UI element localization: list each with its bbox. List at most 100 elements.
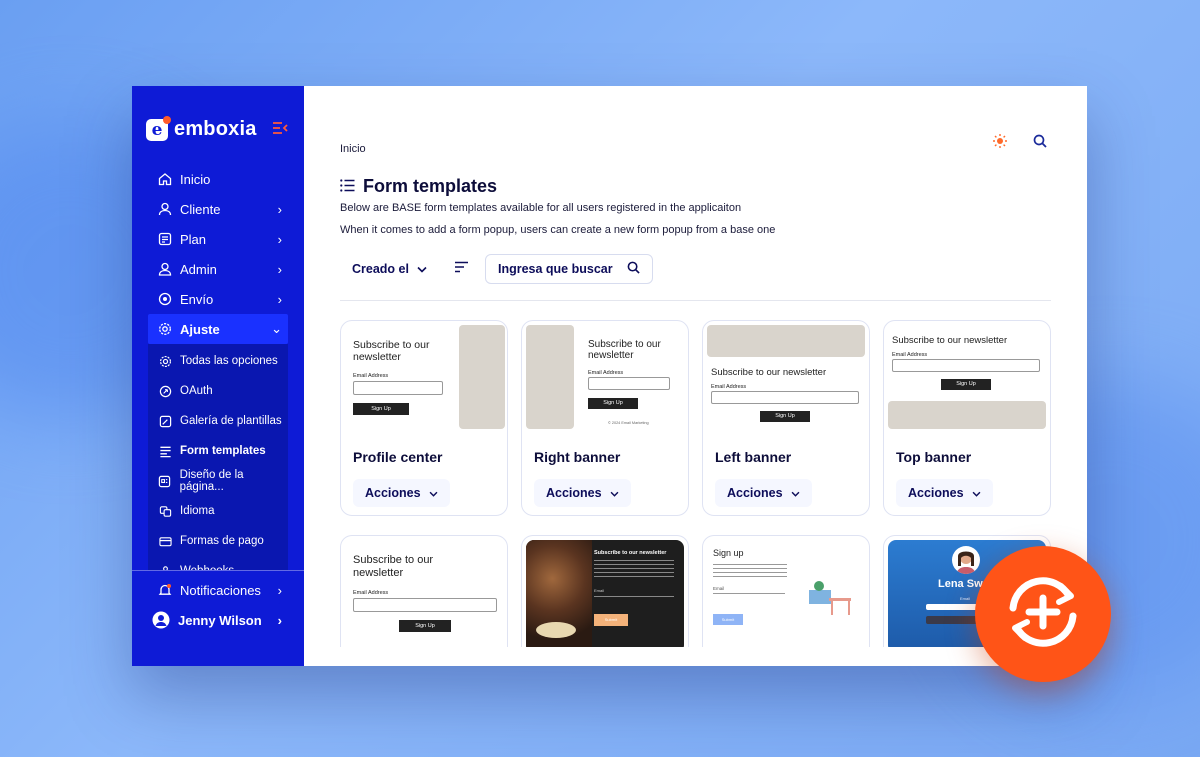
preview-label: Email Address	[711, 384, 747, 390]
sun-icon	[992, 133, 1008, 154]
sidebar-item-cliente[interactable]: Cliente ›	[132, 194, 304, 224]
submenu-label: OAuth	[180, 385, 213, 397]
chevron-right-icon: ›	[277, 612, 282, 628]
preview-field	[588, 377, 670, 390]
actions-label: Acciones	[546, 486, 602, 500]
chevron-down-icon	[417, 262, 427, 276]
search-input[interactable]: Ingresa que buscar	[484, 254, 653, 284]
collapse-sidebar-icon[interactable]	[272, 121, 288, 137]
preview-label: Email Address	[588, 370, 624, 376]
template-card-left-banner[interactable]: Subscribe to our newsletter Email Addres…	[702, 320, 870, 516]
plate-image	[536, 622, 576, 638]
brand-logo[interactable]: e emboxia	[146, 115, 257, 141]
template-preview: Subscribe to our newsletter Email Addres…	[341, 321, 507, 433]
oauth-icon	[158, 384, 172, 398]
template-card[interactable]: Subscribe to our newsletter Email Submit	[521, 535, 689, 647]
settings-submenu: Todas las opciones OAuth Galería de plan…	[148, 344, 288, 586]
preview-label: Email Address	[892, 352, 928, 358]
banner-image	[707, 325, 865, 357]
sidebar-nav: Inicio Cliente › Plan › Admin › Envío ›	[132, 164, 304, 586]
chevron-right-icon: ›	[277, 261, 282, 277]
actions-label: Acciones	[727, 486, 783, 500]
preview-footer: © 2024 Email Marketing	[608, 421, 649, 425]
submenu-item-pago[interactable]: Formas de pago	[148, 526, 288, 556]
submenu-item-galeria[interactable]: Galería de plantillas	[148, 406, 288, 436]
page-title: Form templates	[340, 176, 497, 197]
submenu-label: Formas de pago	[180, 535, 264, 547]
template-name: Top banner	[896, 449, 972, 465]
sidebar-item-label: Cliente	[180, 201, 221, 217]
language-icon	[158, 504, 172, 518]
breadcrumb[interactable]: Inicio	[340, 143, 366, 155]
search-button[interactable]	[1027, 130, 1053, 156]
add-sync-button[interactable]	[975, 546, 1111, 682]
sidebar-item-inicio[interactable]: Inicio	[132, 164, 304, 194]
actions-dropdown[interactable]: Acciones	[896, 479, 993, 507]
preview-field	[892, 359, 1040, 372]
preview-button: Sign Up	[941, 379, 991, 390]
main-content: Inicio Form templates Below are BASE for…	[304, 86, 1087, 666]
gear-icon	[158, 322, 172, 336]
submenu-item-form-templates[interactable]: Form templates	[148, 436, 288, 466]
sort-order-button[interactable]	[449, 256, 475, 282]
sidebar-item-envio[interactable]: Envío ›	[132, 284, 304, 314]
submenu-label: Form templates	[180, 445, 266, 457]
chevron-right-icon: ›	[277, 291, 282, 307]
preview-label: Email	[594, 588, 605, 593]
sidebar-item-ajuste[interactable]: Ajuste ⌄	[148, 314, 288, 344]
actions-dropdown[interactable]: Acciones	[353, 479, 450, 507]
sidebar-item-admin[interactable]: Admin ›	[132, 254, 304, 284]
template-card[interactable]: Subscribe to our newsletter Email Addres…	[340, 535, 508, 647]
preview-field	[711, 391, 859, 404]
sidebar-item-label: Plan	[180, 231, 207, 247]
card-icon	[158, 534, 172, 548]
template-preview: Subscribe to our newsletter Email Addres…	[884, 321, 1050, 433]
preview-field	[353, 381, 443, 395]
dark-preview: Subscribe to our newsletter Email Submit	[526, 540, 684, 647]
actions-dropdown[interactable]: Acciones	[534, 479, 631, 507]
preview-button: Sign Up	[399, 620, 451, 632]
actions-dropdown[interactable]: Acciones	[715, 479, 812, 507]
preview-field	[713, 593, 785, 594]
list-icon	[340, 176, 355, 197]
actions-label: Acciones	[908, 486, 964, 500]
sync-add-icon	[1001, 570, 1085, 659]
admin-icon	[158, 262, 172, 276]
template-card[interactable]: Sign up Email Submit	[702, 535, 870, 647]
actions-label: Acciones	[365, 486, 421, 500]
submenu-label: Idioma	[180, 505, 215, 517]
submenu-item-todas[interactable]: Todas las opciones	[148, 346, 288, 376]
filter-toolbar: Creado el Ingresa que buscar	[340, 254, 653, 284]
sidebar-item-notificaciones[interactable]: Notificaciones ›	[132, 575, 304, 605]
brand-name: emboxia	[174, 118, 257, 140]
sidebar-item-label: Notificaciones	[180, 582, 261, 598]
page-description-1: Below are BASE form templates available …	[340, 202, 742, 214]
preview-heading: Lena Sw	[938, 578, 983, 590]
template-preview: Subscribe to our newsletter Email Addres…	[703, 321, 869, 433]
theme-toggle-button[interactable]	[987, 130, 1013, 156]
sidebar-item-plan[interactable]: Plan ›	[132, 224, 304, 254]
search-icon	[1033, 134, 1047, 153]
template-card-right-banner[interactable]: Subscribe to our newsletter Email Addres…	[521, 320, 689, 516]
submenu-item-idioma[interactable]: Idioma	[148, 496, 288, 526]
page-title-text: Form templates	[363, 176, 498, 196]
submenu-label: Galería de plantillas	[180, 415, 282, 427]
preview-field	[594, 596, 674, 597]
bell-icon	[158, 583, 172, 597]
sort-label: Creado el	[352, 262, 409, 276]
template-card-profile-center[interactable]: Subscribe to our newsletter Email Addres…	[340, 320, 508, 516]
user-name: Jenny Wilson	[178, 612, 262, 628]
sort-dropdown[interactable]: Creado el	[340, 254, 439, 284]
preview-heading: Subscribe to our newsletter	[353, 554, 434, 579]
preview-label: Email	[713, 586, 725, 591]
user-icon	[158, 202, 172, 216]
template-card-top-banner[interactable]: Subscribe to our newsletter Email Addres…	[883, 320, 1051, 516]
submenu-label: Todas las opciones	[180, 355, 278, 367]
avatar	[152, 611, 170, 629]
sidebar-item-label: Envío	[180, 291, 214, 307]
submenu-item-diseno[interactable]: Diseño de la página...	[148, 466, 288, 496]
banner-image	[888, 401, 1046, 429]
submenu-item-oauth[interactable]: OAuth	[148, 376, 288, 406]
form-icon	[158, 444, 172, 458]
user-menu[interactable]: Jenny Wilson ›	[132, 605, 304, 635]
